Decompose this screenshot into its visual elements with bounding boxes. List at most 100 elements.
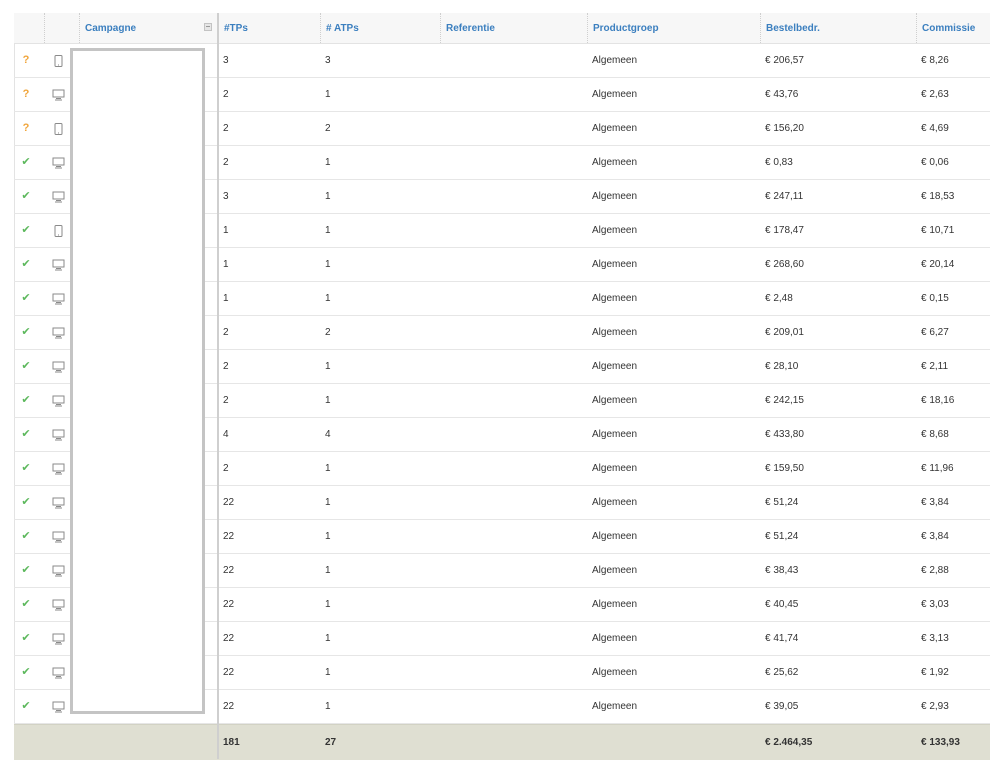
totals-row: 181 27 € 2.464,35 € 133,93 [14,724,990,760]
cell-atps: 1 [325,191,331,202]
cell-tps: 2 [223,157,229,168]
cell-commissie: € 0,06 [921,157,949,168]
cell-atps: 1 [325,89,331,100]
cell-atps: 1 [325,463,331,474]
cell-bestelbedrag: € 38,43 [765,565,799,576]
cell-atps: 1 [325,633,331,644]
cell-tps: 22 [223,497,235,508]
cell-productgroep: Algemeen [592,293,638,304]
status-pending-icon: ? [22,88,30,100]
cell-productgroep: Algemeen [592,429,638,440]
header-bestelbedrag[interactable]: Bestelbedr. [760,13,916,43]
desktop-icon [52,531,66,543]
header-productgroep[interactable]: Productgroep [587,13,760,43]
cell-productgroep: Algemeen [592,191,638,202]
desktop-icon [52,701,66,713]
header-atps-label: # ATPs [326,23,359,34]
cell-commissie: € 10,71 [921,225,955,236]
header-device [44,13,79,43]
status-ok-icon: ✔ [21,190,31,202]
collapse-column-icon[interactable] [204,23,212,31]
cell-bestelbedrag: € 209,01 [765,327,804,338]
tablet-icon [52,123,66,135]
status-ok-icon: ✔ [21,462,31,474]
cell-atps: 1 [325,667,331,678]
cell-bestelbedrag: € 156,20 [765,123,804,134]
cell-bestelbedrag: € 433,80 [765,429,804,440]
cell-tps: 1 [223,293,229,304]
header-tps-label: #TPs [224,23,248,34]
cell-commissie: € 4,69 [921,123,949,134]
cell-tps: 22 [223,633,235,644]
cell-atps: 1 [325,225,331,236]
cell-commissie: € 0,15 [921,293,949,304]
cell-atps: 1 [325,293,331,304]
cell-productgroep: Algemeen [592,463,638,474]
cell-commissie: € 8,68 [921,429,949,440]
cell-productgroep: Algemeen [592,497,638,508]
cell-tps: 3 [223,55,229,66]
status-ok-icon: ✔ [21,530,31,542]
header-referentie-label: Referentie [446,23,495,34]
cell-tps: 4 [223,429,229,440]
cell-bestelbedrag: € 247,11 [765,191,804,202]
header-tps[interactable]: #TPs [219,13,320,43]
frozen-column-separator[interactable] [217,13,219,759]
cell-commissie: € 8,26 [921,55,949,66]
desktop-icon [52,157,66,169]
status-ok-icon: ✔ [21,428,31,440]
cell-atps: 1 [325,599,331,610]
desktop-icon [52,633,66,645]
cell-productgroep: Algemeen [592,157,638,168]
header-referentie[interactable]: Referentie [440,13,587,43]
redacted-campaign-block [70,48,205,714]
desktop-icon [52,667,66,679]
cell-tps: 2 [223,123,229,134]
header-campagne[interactable]: Campagne [79,13,218,43]
desktop-icon [52,565,66,577]
cell-atps: 1 [325,701,331,712]
cell-bestelbedrag: € 51,24 [765,531,799,542]
cell-tps: 2 [223,89,229,100]
desktop-icon [52,599,66,611]
cell-atps: 1 [325,531,331,542]
desktop-icon [52,191,66,203]
cell-productgroep: Algemeen [592,259,638,270]
desktop-icon [52,327,66,339]
cell-commissie: € 3,03 [921,599,949,610]
cell-bestelbedrag: € 178,47 [765,225,804,236]
status-ok-icon: ✔ [21,224,31,236]
cell-commissie: € 11,96 [921,463,954,474]
cell-productgroep: Algemeen [592,55,638,66]
header-atps[interactable]: # ATPs [320,13,440,43]
desktop-icon [52,293,66,305]
cell-productgroep: Algemeen [592,89,638,100]
desktop-icon [52,259,66,271]
cell-commissie: € 2,63 [921,89,949,100]
cell-bestelbedrag: € 206,57 [765,55,804,66]
header-campagne-label: Campagne [85,23,137,34]
cell-tps: 3 [223,191,229,202]
cell-productgroep: Algemeen [592,667,638,678]
cell-commissie: € 20,14 [921,259,955,270]
cell-productgroep: Algemeen [592,361,638,372]
cell-tps: 22 [223,667,235,678]
tablet-icon [52,55,66,67]
desktop-icon [52,395,66,407]
cell-commissie: € 18,53 [921,191,955,202]
status-pending-icon: ? [22,54,30,66]
cell-tps: 22 [223,531,235,542]
header-commissie-label: Commissie [922,23,976,34]
cell-commissie: € 3,84 [921,497,949,508]
cell-atps: 1 [325,395,331,406]
cell-atps: 1 [325,497,331,508]
desktop-icon [52,429,66,441]
cell-tps: 2 [223,395,229,406]
cell-productgroep: Algemeen [592,565,638,576]
status-ok-icon: ✔ [21,496,31,508]
header-commissie[interactable]: Commissie [916,13,990,43]
status-ok-icon: ✔ [21,156,31,168]
cell-productgroep: Algemeen [592,599,638,610]
cell-bestelbedrag: € 51,24 [765,497,799,508]
cell-tps: 2 [223,361,229,372]
